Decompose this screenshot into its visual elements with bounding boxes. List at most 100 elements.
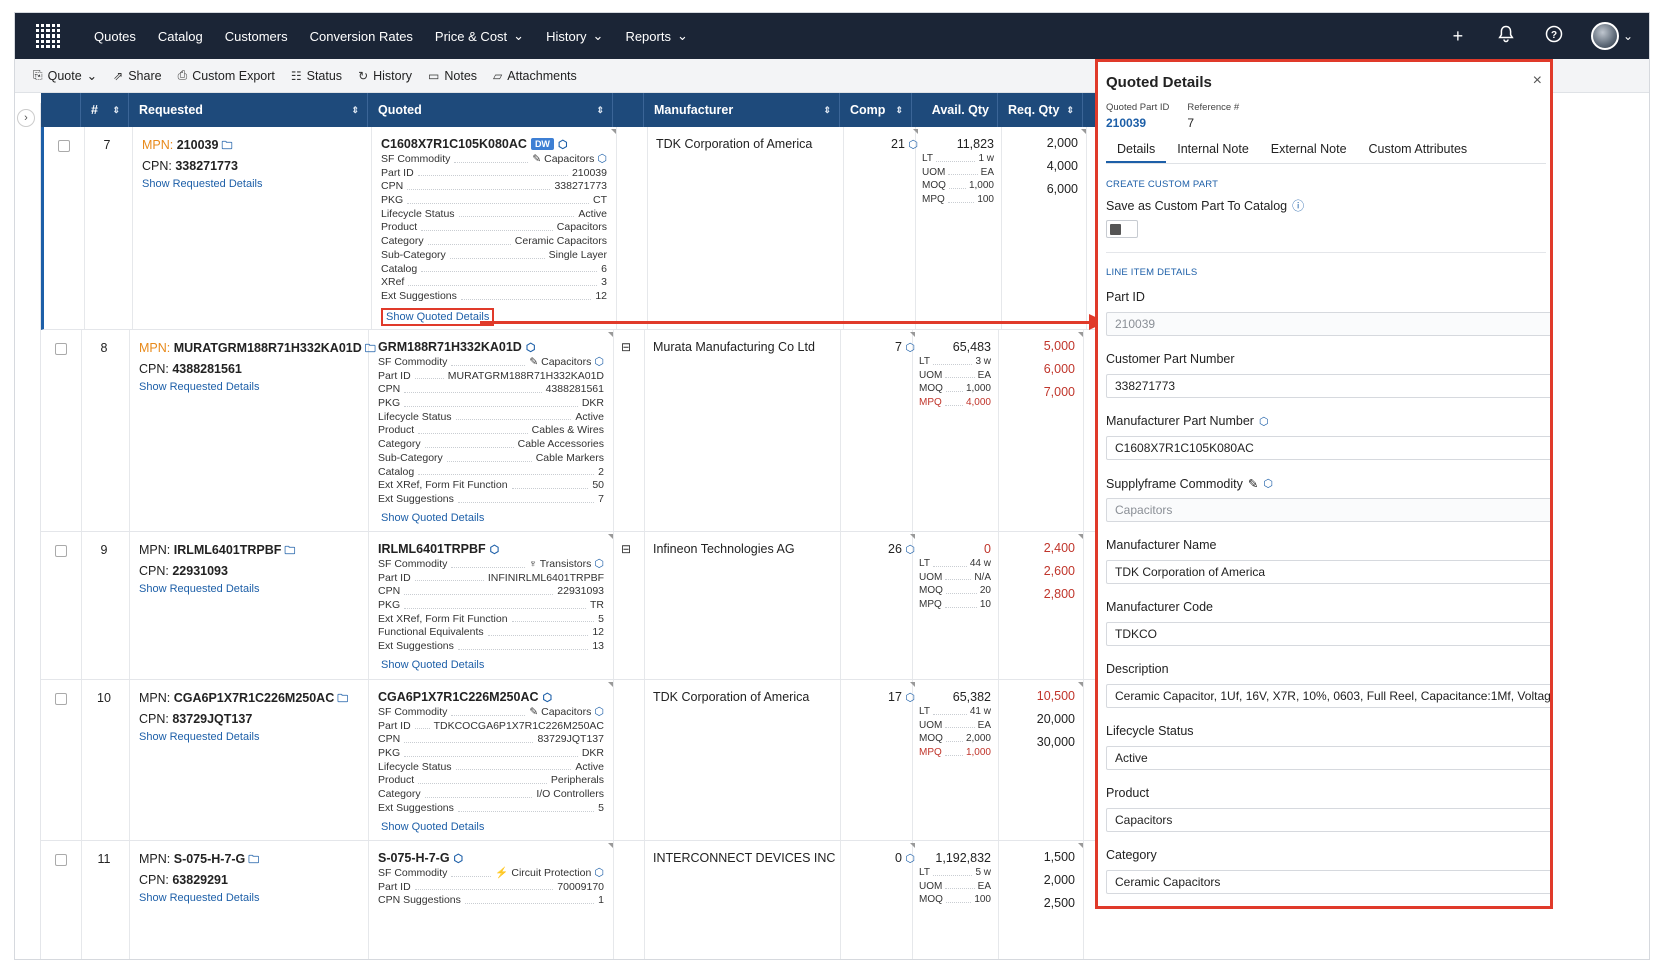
show-quoted-details-link[interactable]: Show Quoted Details bbox=[378, 658, 487, 672]
folder-icon[interactable]: 🗀 bbox=[248, 854, 259, 866]
cube-icon[interactable]: ⬡ bbox=[591, 867, 604, 879]
app-grid-logo-icon[interactable] bbox=[33, 21, 63, 51]
help-icon[interactable]: ? bbox=[1543, 25, 1565, 48]
show-quoted-details-link[interactable]: Show Quoted Details bbox=[378, 820, 487, 834]
folder-icon[interactable]: 🗀 bbox=[337, 693, 348, 705]
comp-count[interactable]: 0 ⬡ bbox=[851, 851, 915, 865]
nav-catalog[interactable]: Catalog bbox=[158, 29, 203, 44]
cube-icon[interactable]: ⬡ bbox=[526, 341, 536, 354]
show-requested-details-link[interactable]: Show Requested Details bbox=[139, 892, 367, 904]
cube-icon[interactable]: ⬡ bbox=[1263, 477, 1273, 490]
commodity-icon: ✎ bbox=[532, 153, 545, 165]
sort-icon[interactable]: ⇕ bbox=[823, 93, 831, 127]
cube-icon[interactable]: ⬡ bbox=[591, 706, 604, 718]
nav-price-cost[interactable]: Price & Cost ⌄ bbox=[435, 28, 524, 44]
custom-export-button[interactable]: ⎙ Custom Export bbox=[178, 68, 275, 83]
detail-key: Ext Suggestions bbox=[378, 801, 454, 814]
field-input[interactable]: Capacitors bbox=[1106, 808, 1550, 832]
detail-row: SF Commodity ✎ Capacitors ⬡ bbox=[381, 153, 607, 167]
save-custom-part-toggle[interactable] bbox=[1106, 220, 1138, 238]
sort-icon[interactable]: ⇕ bbox=[351, 93, 359, 127]
row-checkbox[interactable] bbox=[55, 854, 67, 866]
header-req-qty[interactable]: Req. Qty ⇕ bbox=[998, 93, 1083, 127]
attachments-button[interactable]: ▱ Attachments bbox=[493, 69, 577, 83]
cube-icon[interactable]: ⬡ bbox=[591, 558, 604, 570]
comp-count[interactable]: 17 ⬡ bbox=[851, 690, 915, 704]
sort-icon[interactable]: ⇕ bbox=[895, 93, 903, 127]
nav-history[interactable]: History ⌄ bbox=[546, 28, 603, 44]
nav-quotes[interactable]: Quotes bbox=[94, 29, 136, 44]
sort-icon[interactable]: ⇕ bbox=[596, 93, 604, 127]
nav-customers[interactable]: Customers bbox=[225, 29, 288, 44]
field-input[interactable]: TDKCO bbox=[1106, 622, 1550, 646]
row-checkbox[interactable] bbox=[55, 545, 67, 557]
cube-icon[interactable]: ⬡ bbox=[1259, 415, 1269, 428]
user-menu[interactable]: ⌄ bbox=[1590, 22, 1633, 50]
header-comp[interactable]: Comp ⇕ bbox=[840, 93, 912, 127]
nav-conversion-rates[interactable]: Conversion Rates bbox=[310, 29, 413, 44]
comp-count[interactable]: 21 ⬡ bbox=[854, 137, 918, 151]
history-button[interactable]: ↻ History bbox=[358, 69, 412, 83]
cube-icon[interactable]: ⬡ bbox=[543, 691, 553, 704]
field-input[interactable]: 338271773 bbox=[1106, 374, 1550, 398]
quoted-mpn-value[interactable]: C1608X7R1C105K080AC bbox=[381, 137, 527, 151]
tab-external-note[interactable]: External Note bbox=[1260, 134, 1358, 163]
bell-icon[interactable] bbox=[1495, 25, 1517, 48]
folder-icon[interactable]: 🗀 bbox=[365, 343, 376, 355]
status-button[interactable]: ☷ Status bbox=[291, 69, 342, 83]
quote-menu-button[interactable]: ⎘ Quote ⌄ bbox=[33, 68, 97, 83]
datasheet-icon[interactable]: ⊟ bbox=[621, 542, 631, 556]
comp-count[interactable]: 7 ⬡ bbox=[851, 340, 915, 354]
tab-custom-attributes[interactable]: Custom Attributes bbox=[1358, 134, 1479, 163]
field-input[interactable]: Active bbox=[1106, 746, 1550, 770]
tab-details[interactable]: Details bbox=[1106, 134, 1167, 163]
part-id-link[interactable]: 210039 bbox=[1106, 116, 1169, 130]
info-icon[interactable]: ⓘ bbox=[1292, 197, 1304, 214]
quoted-mpn-value[interactable]: CGA6P1X7R1C226M250AC bbox=[378, 690, 539, 704]
header-num[interactable]: # ⇕ bbox=[81, 93, 129, 127]
avail-key: MOQ bbox=[919, 894, 943, 906]
show-quoted-details-link[interactable]: Show Quoted Details bbox=[381, 307, 495, 326]
field-input[interactable]: Ceramic Capacitor, 1Uf, 16V, X7R, 10%, 0… bbox=[1106, 684, 1550, 708]
datasheet-icon[interactable]: ⊟ bbox=[621, 340, 631, 354]
header-requested[interactable]: Requested ⇕ bbox=[129, 93, 368, 127]
close-icon[interactable]: × bbox=[1533, 72, 1542, 90]
header-quoted[interactable]: Quoted ⇕ bbox=[368, 93, 613, 127]
quoted-mpn-value[interactable]: S-075-H-7-G bbox=[378, 851, 450, 865]
field-input[interactable]: Ceramic Capacitors bbox=[1106, 870, 1550, 894]
header-avail-qty[interactable]: Avail. Qty bbox=[912, 93, 998, 127]
sort-icon[interactable]: ⇕ bbox=[1066, 93, 1074, 127]
show-requested-details-link[interactable]: Show Requested Details bbox=[139, 381, 367, 393]
row-checkbox[interactable] bbox=[58, 140, 70, 152]
field-input[interactable]: C1608X7R1C105K080AC bbox=[1106, 436, 1550, 460]
header-manufacturer[interactable]: Manufacturer ⇕ bbox=[644, 93, 840, 127]
cube-icon[interactable]: ⬡ bbox=[454, 852, 464, 865]
row-checkbox[interactable] bbox=[55, 343, 67, 355]
leader-dots bbox=[945, 369, 975, 379]
quoted-mpn-value[interactable]: GRM188R71H332KA01D bbox=[378, 340, 522, 354]
tab-internal-note[interactable]: Internal Note bbox=[1166, 134, 1260, 163]
cube-icon[interactable]: ⬡ bbox=[594, 153, 607, 165]
detail-value: Cable Markers bbox=[535, 451, 604, 464]
sort-icon[interactable]: ⇕ bbox=[112, 93, 120, 127]
row-checkbox[interactable] bbox=[55, 693, 67, 705]
notes-button[interactable]: ▭ Notes bbox=[428, 69, 477, 83]
folder-icon[interactable]: 🗀 bbox=[284, 545, 295, 557]
cube-icon[interactable]: ⬡ bbox=[558, 138, 568, 151]
nav-reports[interactable]: Reports ⌄ bbox=[625, 28, 687, 44]
show-requested-details-link[interactable]: Show Requested Details bbox=[142, 178, 370, 190]
cube-icon[interactable]: ⬡ bbox=[591, 356, 604, 368]
field-input[interactable]: TDK Corporation of America bbox=[1106, 560, 1550, 584]
panel-title: Quoted Details bbox=[1106, 74, 1212, 91]
show-requested-details-link[interactable]: Show Requested Details bbox=[139, 583, 367, 595]
show-requested-details-link[interactable]: Show Requested Details bbox=[139, 731, 367, 743]
comp-count[interactable]: 26 ⬡ bbox=[851, 542, 915, 556]
leader-dots bbox=[404, 599, 586, 609]
cube-icon[interactable]: ⬡ bbox=[490, 543, 500, 556]
quoted-mpn-value[interactable]: IRLML6401TRPBF bbox=[378, 542, 486, 556]
share-button[interactable]: ⇗ Share bbox=[113, 69, 161, 83]
show-quoted-details-link[interactable]: Show Quoted Details bbox=[378, 511, 487, 525]
folder-icon[interactable]: 🗀 bbox=[221, 140, 232, 152]
plus-icon[interactable]: + bbox=[1447, 26, 1469, 47]
expand-sidebar-icon[interactable]: › bbox=[17, 109, 35, 127]
